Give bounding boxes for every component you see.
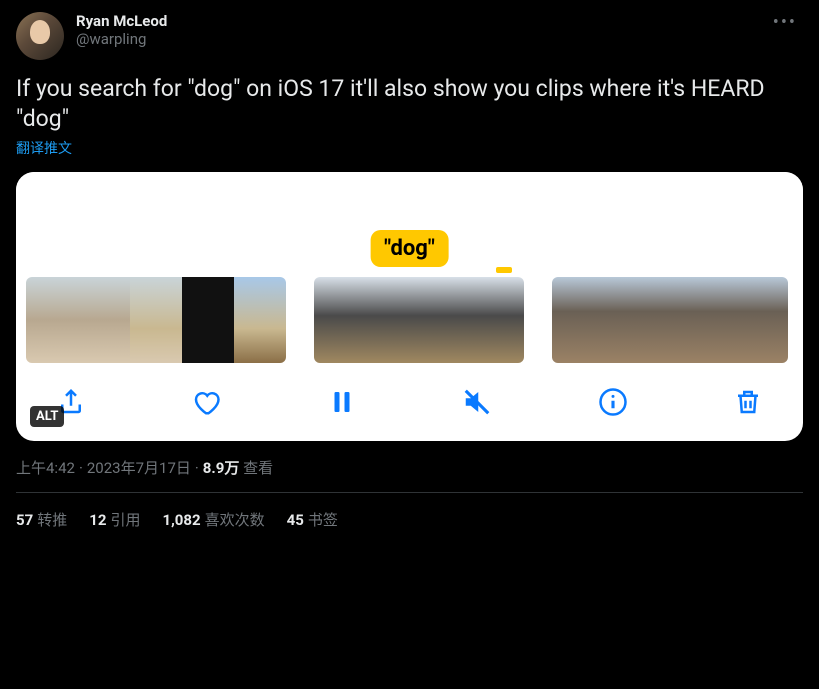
clip-frame xyxy=(749,277,788,363)
likes-stat[interactable]: 1,082喜欢次数 xyxy=(162,509,264,530)
tweet-text: If you search for "dog" on iOS 17 it'll … xyxy=(16,74,803,134)
clip-frame xyxy=(454,277,524,363)
media-toolbar xyxy=(16,363,803,427)
video-timeline[interactable] xyxy=(16,267,803,363)
media-whitespace: "dog" xyxy=(16,172,803,267)
views-label: 查看 xyxy=(243,459,273,477)
bookmarks-stat[interactable]: 45书签 xyxy=(287,509,338,530)
views-count[interactable]: 8.9万 xyxy=(203,459,240,477)
clip-frame xyxy=(384,277,454,363)
clip-frame xyxy=(670,277,709,363)
avatar[interactable] xyxy=(16,12,64,60)
user-block: Ryan McLeod @warpling xyxy=(76,12,767,48)
clip-group[interactable] xyxy=(314,277,524,363)
quotes-stat[interactable]: 12引用 xyxy=(89,509,140,530)
user-handle[interactable]: @warpling xyxy=(76,30,767,48)
display-name[interactable]: Ryan McLeod xyxy=(76,12,767,30)
clip-group[interactable] xyxy=(26,277,286,363)
mute-button[interactable] xyxy=(460,385,494,419)
tweet-header: Ryan McLeod @warpling ••• xyxy=(16,12,803,60)
pause-icon xyxy=(327,387,357,417)
clip-frame xyxy=(552,277,591,363)
clip-frame xyxy=(130,277,182,363)
tweet-meta: 上午4:42·2023年7月17日·8.9万 查看 xyxy=(16,457,803,478)
tweet-container: Ryan McLeod @warpling ••• If you search … xyxy=(0,0,819,542)
trash-icon xyxy=(733,387,763,417)
clip-frame xyxy=(591,277,630,363)
timeline-marker xyxy=(496,267,512,273)
tweet-date[interactable]: 2023年7月17日 xyxy=(87,459,191,477)
clip-group[interactable] xyxy=(552,277,788,363)
more-button[interactable]: ••• xyxy=(767,12,803,33)
caption-bubble: "dog" xyxy=(370,230,449,267)
speaker-muted-icon xyxy=(462,387,492,417)
like-button[interactable] xyxy=(189,385,223,419)
clip-frame xyxy=(26,277,78,363)
heart-icon xyxy=(191,387,221,417)
clip-frame xyxy=(314,277,384,363)
clip-frame xyxy=(78,277,130,363)
clip-frame xyxy=(182,277,234,363)
clip-frame xyxy=(234,277,286,363)
info-icon xyxy=(598,387,628,417)
delete-button[interactable] xyxy=(731,385,765,419)
alt-badge[interactable]: ALT xyxy=(30,406,64,427)
stats-row: 57转推 12引用 1,082喜欢次数 45书签 xyxy=(16,493,803,530)
media-card[interactable]: "dog" xyxy=(16,172,803,441)
clip-frame xyxy=(709,277,748,363)
clip-frame xyxy=(631,277,670,363)
pause-button[interactable] xyxy=(325,385,359,419)
tweet-time[interactable]: 上午4:42 xyxy=(16,459,75,477)
info-button[interactable] xyxy=(596,385,630,419)
retweets-stat[interactable]: 57转推 xyxy=(16,509,67,530)
translate-link[interactable]: 翻译推文 xyxy=(16,138,72,158)
